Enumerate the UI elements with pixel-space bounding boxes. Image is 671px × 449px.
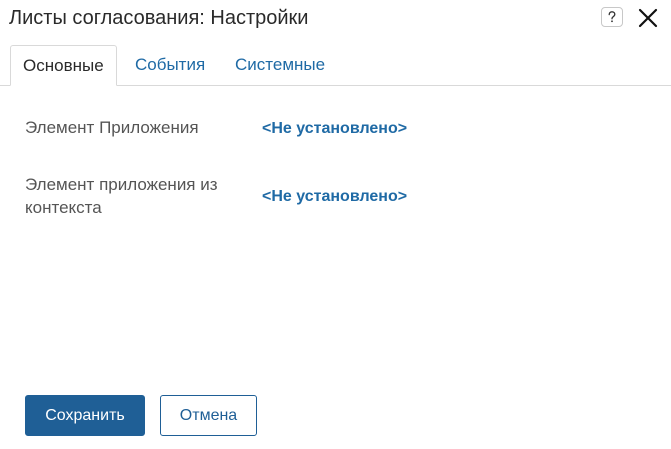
- tab-bar: Основные События Системные: [0, 45, 671, 86]
- settings-dialog: Листы согласования: Настройки Основные С…: [0, 0, 671, 449]
- tab-events[interactable]: События: [135, 45, 205, 86]
- close-icon: [638, 8, 658, 33]
- field-value-app-element[interactable]: <Не установлено>: [262, 117, 407, 140]
- field-label-context-element: Элемент приложения из контекста: [25, 175, 218, 217]
- help-button[interactable]: [601, 7, 623, 27]
- dialog-title: Листы согласования: Настройки: [9, 7, 309, 29]
- cancel-button[interactable]: Отмена: [160, 395, 257, 436]
- field-value-context-element[interactable]: <Не установлено>: [262, 185, 407, 208]
- field-label-app-element: Элемент Приложения: [25, 118, 199, 137]
- save-button[interactable]: Сохранить: [25, 395, 145, 436]
- close-button[interactable]: [636, 8, 660, 32]
- tab-main[interactable]: Основные: [10, 45, 117, 86]
- tab-system[interactable]: Системные: [235, 45, 325, 86]
- question-icon: [606, 10, 618, 24]
